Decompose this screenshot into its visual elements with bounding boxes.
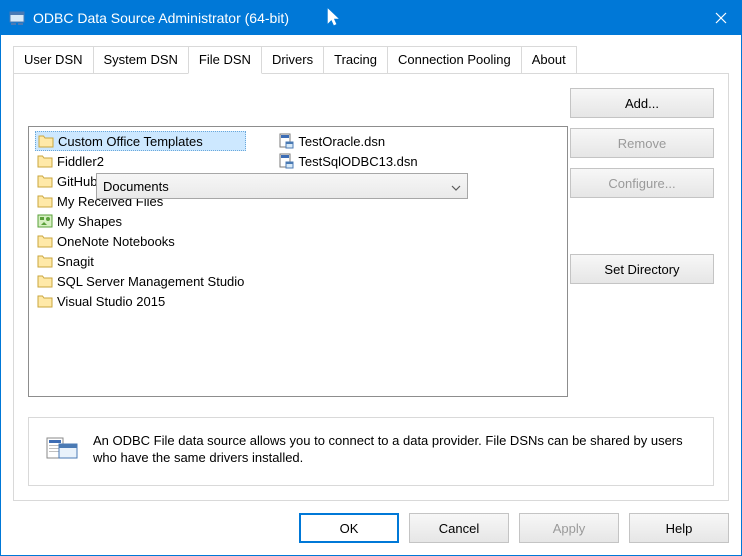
list-item[interactable]: TestSqlODBC13.dsn — [276, 151, 419, 171]
folder-icon — [37, 173, 53, 189]
file-area-row: Custom Office Templates Fiddler2 GitHub — [28, 126, 714, 397]
item-label: Visual Studio 2015 — [57, 294, 165, 309]
folder-icon — [38, 133, 54, 149]
cancel-button[interactable]: Cancel — [409, 513, 509, 543]
window-title: ODBC Data Source Administrator (64-bit) — [33, 10, 701, 26]
folder-icon — [37, 193, 53, 209]
list-item[interactable]: Snagit — [35, 251, 246, 271]
add-button[interactable]: Add... — [570, 88, 714, 118]
description-icon — [45, 432, 79, 467]
tab-system-dsn[interactable]: System DSN — [93, 46, 189, 74]
tab-page-file-dsn: Look in: Documents Add... Remove — [13, 73, 729, 501]
item-label: TestSqlODBC13.dsn — [298, 154, 417, 169]
folder-icon — [37, 293, 53, 309]
app-icon — [9, 10, 25, 26]
tab-tracing[interactable]: Tracing — [323, 46, 388, 74]
tab-file-dsn[interactable]: File DSN — [188, 46, 262, 74]
close-button[interactable] — [701, 1, 741, 35]
tab-drivers[interactable]: Drivers — [261, 46, 324, 74]
dsn-file-icon — [278, 153, 294, 169]
lookin-combo[interactable]: Documents — [96, 173, 468, 199]
list-item[interactable]: Visual Studio 2015 — [35, 291, 246, 311]
item-label: Fiddler2 — [57, 154, 104, 169]
list-item[interactable]: Fiddler2 — [35, 151, 246, 171]
folder-icon — [37, 253, 53, 269]
chevron-down-icon — [451, 179, 461, 194]
tab-connection-pooling[interactable]: Connection Pooling — [387, 46, 522, 74]
description-box: An ODBC File data source allows you to c… — [28, 417, 714, 486]
list-item[interactable]: OneNote Notebooks — [35, 231, 246, 251]
shapes-folder-icon — [37, 213, 53, 229]
item-label: GitHub — [57, 174, 97, 189]
file-column: TestOracle.dsn TestSqlODBC13.dsn — [276, 131, 419, 171]
list-item[interactable]: SQL Server Management Studio — [35, 271, 246, 291]
ok-button[interactable]: OK — [299, 513, 399, 543]
help-button[interactable]: Help — [629, 513, 729, 543]
item-label: Snagit — [57, 254, 94, 269]
item-label: Custom Office Templates — [58, 134, 203, 149]
tab-user-dsn[interactable]: User DSN — [13, 46, 94, 74]
dsn-file-icon — [278, 133, 294, 149]
tab-strip: User DSN System DSN File DSN Drivers Tra… — [13, 46, 729, 74]
item-label: SQL Server Management Studio — [57, 274, 244, 289]
description-text: An ODBC File data source allows you to c… — [93, 432, 697, 467]
item-label: TestOracle.dsn — [298, 134, 385, 149]
window-frame: ODBC Data Source Administrator (64-bit) … — [0, 0, 742, 556]
dialog-button-bar: OK Cancel Apply Help — [13, 513, 729, 543]
lookin-value: Documents — [103, 179, 169, 194]
item-label: My Shapes — [57, 214, 122, 229]
list-item[interactable]: TestOracle.dsn — [276, 131, 419, 151]
title-bar: ODBC Data Source Administrator (64-bit) — [1, 1, 741, 35]
list-item[interactable]: My Shapes — [35, 211, 246, 231]
list-item[interactable]: Custom Office Templates — [35, 131, 246, 151]
client-area: User DSN System DSN File DSN Drivers Tra… — [1, 35, 741, 555]
folder-icon — [37, 153, 53, 169]
file-list[interactable]: Custom Office Templates Fiddler2 GitHub — [28, 126, 568, 397]
item-label: OneNote Notebooks — [57, 234, 175, 249]
folder-icon — [37, 233, 53, 249]
tab-about[interactable]: About — [521, 46, 577, 74]
folder-column: Custom Office Templates Fiddler2 GitHub — [35, 131, 246, 311]
apply-button: Apply — [519, 513, 619, 543]
folder-icon — [37, 273, 53, 289]
